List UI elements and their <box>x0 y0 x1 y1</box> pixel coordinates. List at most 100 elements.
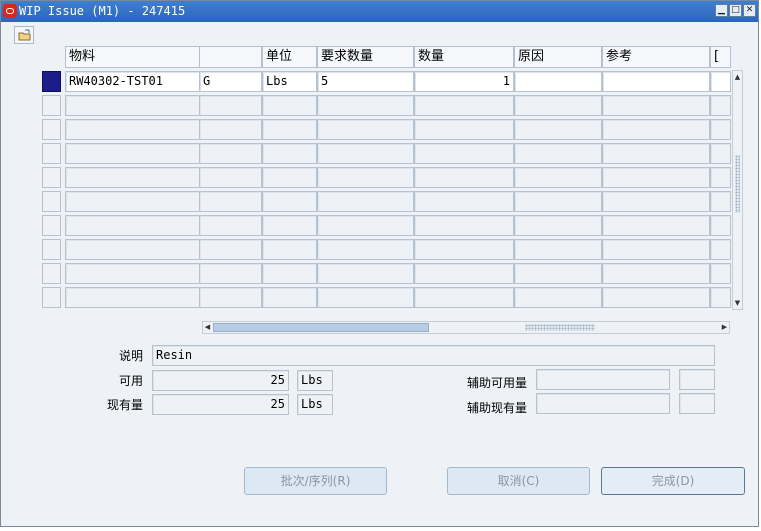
required-quantity-cell[interactable] <box>317 95 414 116</box>
row-selector[interactable] <box>42 143 61 164</box>
revision-cell[interactable]: G <box>199 71 262 92</box>
more-cell[interactable] <box>710 215 731 236</box>
uom-cell[interactable] <box>262 119 317 140</box>
scroll-up-icon[interactable]: ▲ <box>733 72 742 82</box>
more-cell[interactable] <box>710 95 731 116</box>
header-quantity[interactable]: 数量 <box>414 46 514 68</box>
row-selector[interactable] <box>42 215 61 236</box>
header-required-quantity[interactable]: 要求数量 <box>317 46 414 68</box>
reason-cell[interactable] <box>514 191 602 212</box>
available-field[interactable]: 25 <box>152 370 289 391</box>
more-cell[interactable] <box>710 239 731 260</box>
quantity-cell[interactable]: 1 <box>414 71 514 92</box>
revision-cell[interactable] <box>199 287 262 308</box>
uom-cell[interactable] <box>262 263 317 284</box>
revision-cell[interactable] <box>199 119 262 140</box>
quantity-cell[interactable] <box>414 143 514 164</box>
reason-cell[interactable] <box>514 119 602 140</box>
quantity-cell[interactable] <box>414 119 514 140</box>
uom-cell[interactable] <box>262 167 317 188</box>
secondary-onhand-uom-field[interactable] <box>679 393 715 414</box>
item-cell[interactable] <box>65 143 200 164</box>
header-uom[interactable]: 单位 <box>262 46 317 68</box>
cancel-button[interactable]: 取消(C) <box>447 467 590 495</box>
reason-cell[interactable] <box>514 287 602 308</box>
more-cell[interactable] <box>710 119 731 140</box>
quantity-cell[interactable] <box>414 239 514 260</box>
scroll-right-icon[interactable]: ▶ <box>720 322 729 333</box>
lot-serial-button[interactable]: 批次/序列(R) <box>244 467 387 495</box>
revision-cell[interactable] <box>199 167 262 188</box>
row-selector[interactable] <box>42 167 61 188</box>
reason-cell[interactable] <box>514 215 602 236</box>
table-horizontal-scrollbar[interactable]: ◀ ▶ <box>202 321 730 334</box>
revision-cell[interactable] <box>199 263 262 284</box>
row-selector[interactable] <box>42 239 61 260</box>
more-cell[interactable] <box>710 191 731 212</box>
revision-cell[interactable] <box>199 239 262 260</box>
reason-cell[interactable] <box>514 143 602 164</box>
required-quantity-cell[interactable] <box>317 143 414 164</box>
secondary-available-field[interactable] <box>536 369 670 390</box>
revision-cell[interactable] <box>199 215 262 236</box>
description-field[interactable]: Resin <box>152 345 715 366</box>
reference-cell[interactable] <box>602 287 710 308</box>
available-uom-field[interactable]: Lbs <box>297 370 333 391</box>
required-quantity-cell[interactable] <box>317 119 414 140</box>
done-button[interactable]: 完成(D) <box>601 467 745 495</box>
quantity-cell[interactable] <box>414 215 514 236</box>
more-cell[interactable] <box>710 167 731 188</box>
quantity-cell[interactable] <box>414 287 514 308</box>
secondary-available-uom-field[interactable] <box>679 369 715 390</box>
row-selector[interactable] <box>42 191 61 212</box>
quantity-cell[interactable] <box>414 263 514 284</box>
item-cell[interactable] <box>65 239 200 260</box>
more-cell[interactable] <box>710 263 731 284</box>
item-cell[interactable]: RW40302-TST01 <box>65 71 200 92</box>
item-cell[interactable] <box>65 95 200 116</box>
required-quantity-cell[interactable] <box>317 287 414 308</box>
row-selector[interactable] <box>42 119 61 140</box>
revision-cell[interactable] <box>199 95 262 116</box>
attachment-button[interactable] <box>14 26 34 44</box>
reference-cell[interactable] <box>602 239 710 260</box>
uom-cell[interactable] <box>262 95 317 116</box>
required-quantity-cell[interactable] <box>317 167 414 188</box>
secondary-onhand-field[interactable] <box>536 393 670 414</box>
minimize-button[interactable]: ▁ <box>715 4 728 17</box>
onhand-uom-field[interactable]: Lbs <box>297 394 333 415</box>
header-revision[interactable] <box>199 46 262 68</box>
uom-cell[interactable] <box>262 287 317 308</box>
more-cell[interactable] <box>710 287 731 308</box>
header-reference[interactable]: 参考 <box>602 46 710 68</box>
uom-cell[interactable]: Lbs <box>262 71 317 92</box>
more-cell[interactable] <box>710 143 731 164</box>
uom-cell[interactable] <box>262 215 317 236</box>
uom-cell[interactable] <box>262 239 317 260</box>
horizontal-scroll-thumb[interactable] <box>213 323 429 332</box>
reference-cell[interactable] <box>602 215 710 236</box>
item-cell[interactable] <box>65 191 200 212</box>
quantity-cell[interactable] <box>414 167 514 188</box>
more-cell[interactable] <box>710 71 731 92</box>
required-quantity-cell[interactable] <box>317 215 414 236</box>
row-selector[interactable] <box>42 95 61 116</box>
header-reason[interactable]: 原因 <box>514 46 602 68</box>
reference-cell[interactable] <box>602 263 710 284</box>
reason-cell[interactable] <box>514 167 602 188</box>
table-vertical-scrollbar[interactable]: ▲ ▼ <box>732 70 743 310</box>
item-cell[interactable] <box>65 263 200 284</box>
revision-cell[interactable] <box>199 191 262 212</box>
onhand-field[interactable]: 25 <box>152 394 289 415</box>
reference-cell[interactable] <box>602 167 710 188</box>
row-selector[interactable] <box>42 71 61 92</box>
close-button[interactable]: ✕ <box>743 4 756 17</box>
revision-cell[interactable] <box>199 143 262 164</box>
reference-cell[interactable] <box>602 191 710 212</box>
required-quantity-cell[interactable] <box>317 263 414 284</box>
item-cell[interactable] <box>65 167 200 188</box>
required-quantity-cell[interactable] <box>317 191 414 212</box>
uom-cell[interactable] <box>262 143 317 164</box>
reference-cell[interactable] <box>602 119 710 140</box>
header-item[interactable]: 物料 <box>65 46 200 68</box>
